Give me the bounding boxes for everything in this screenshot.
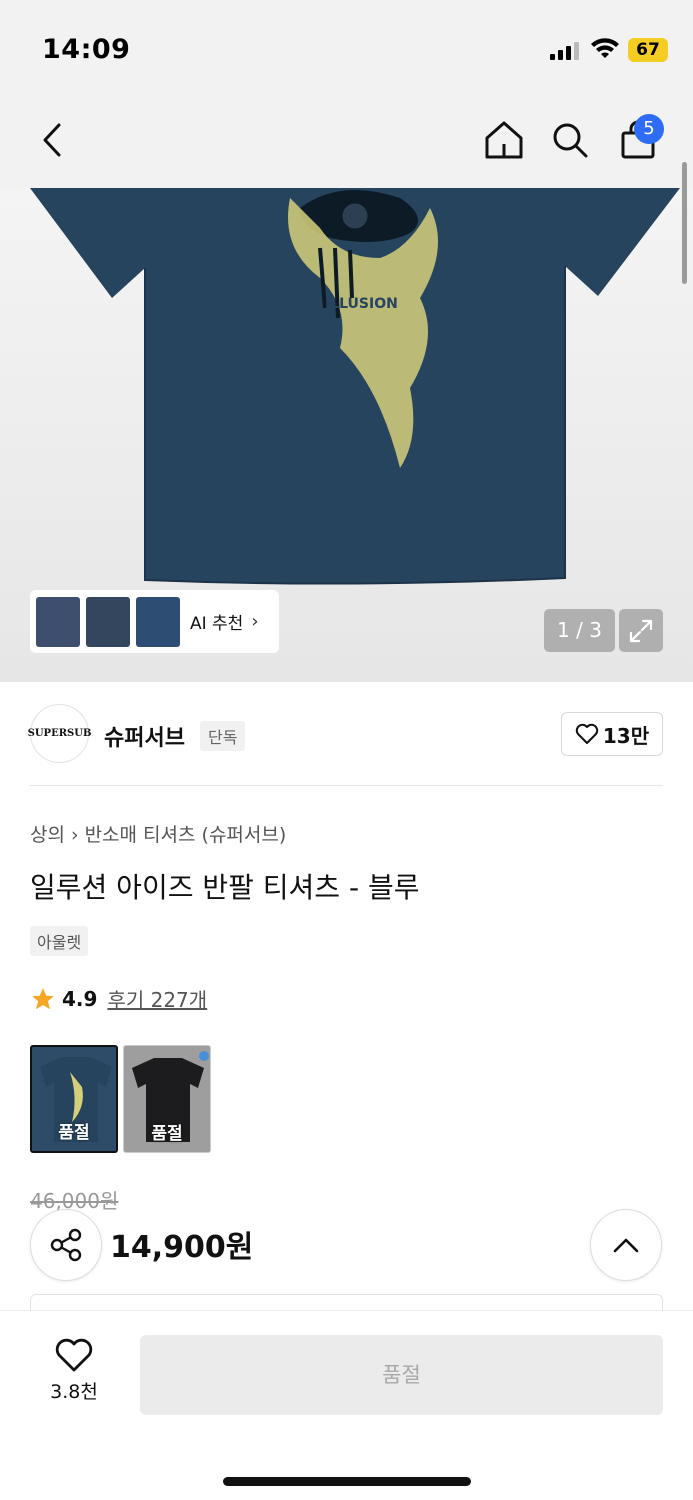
home-icon: [485, 121, 523, 159]
home-indicator: [223, 1477, 471, 1486]
ai-thumbnail: [36, 596, 80, 647]
share-icon: [50, 1228, 82, 1262]
share-button[interactable]: [30, 1209, 102, 1281]
product-title: 일루션 아이즈 반팔 티셔츠 - 블루: [30, 871, 420, 904]
ai-recommend-button[interactable]: AI 추천 ›: [30, 590, 279, 653]
svg-text:ILLUSION: ILLUSION: [325, 296, 398, 312]
status-bar: 14:09 67: [0, 0, 693, 100]
chevron-right-icon: ›: [70, 824, 79, 846]
heart-icon: [55, 1338, 93, 1372]
expand-button[interactable]: [619, 609, 663, 652]
cart-count-badge: 5: [634, 114, 664, 144]
back-icon: [43, 123, 61, 157]
brand-row: SUPERSUB 슈퍼서브 단독 13만: [28, 704, 663, 764]
chevron-up-icon: [613, 1238, 639, 1253]
scrollbar[interactable]: [682, 162, 687, 284]
signal-icon: [550, 42, 579, 60]
soldout-label: 품절: [151, 1124, 183, 1144]
back-button[interactable]: [26, 114, 78, 166]
outlet-tag: 아울렛: [30, 926, 89, 956]
swatch-black[interactable]: 품절: [123, 1045, 211, 1153]
wishlist-count: 3.8천: [50, 1381, 98, 1403]
bottom-bar: 3.8천 품절: [0, 1310, 693, 1500]
ai-thumbnail: [136, 596, 180, 647]
rating-row: 4.9 후기 227개: [30, 984, 207, 1013]
breadcrumb-item[interactable]: 상의: [30, 824, 65, 846]
expand-icon: [629, 619, 653, 642]
soldout-button[interactable]: 품절: [140, 1335, 663, 1415]
status-time: 14:09: [42, 34, 131, 65]
color-swatches: 품절 품절: [30, 1045, 211, 1153]
brand-like-count: 13만: [602, 723, 650, 748]
home-button[interactable]: [478, 114, 530, 166]
divider: [30, 785, 663, 786]
image-page-indicator: 1 / 3: [544, 609, 615, 652]
sale-price: 14,900원: [110, 1230, 254, 1265]
breadcrumb-item[interactable]: 반소매 티셔츠 (슈퍼서브): [85, 824, 287, 846]
brand-like-button[interactable]: 13만: [561, 712, 663, 756]
review-link[interactable]: 후기 227개: [107, 984, 207, 1013]
brand-name[interactable]: 슈퍼서브: [104, 720, 185, 752]
top-nav: [0, 100, 693, 188]
ai-thumbnail: [86, 596, 130, 647]
brand-logo[interactable]: SUPERSUB: [28, 704, 91, 763]
heart-icon: [575, 723, 599, 744]
breadcrumb: 상의 › 반소매 티셔츠 (슈퍼서브): [30, 820, 292, 847]
chevron-right-icon: ›: [251, 611, 259, 632]
wishlist-button[interactable]: 3.8천: [30, 1337, 118, 1417]
battery-icon: 67: [628, 38, 668, 62]
scroll-top-button[interactable]: [590, 1209, 662, 1281]
soldout-label: 품절: [58, 1123, 90, 1143]
star-icon: [32, 987, 54, 1009]
wifi-icon: [591, 38, 619, 58]
exclusive-tag: 단독: [200, 721, 246, 751]
swatch-blue[interactable]: 품절: [30, 1045, 118, 1153]
ai-recommend-label: AI 추천: [190, 614, 244, 634]
search-icon: [553, 123, 588, 158]
rating-score: 4.9: [62, 986, 98, 1011]
search-button[interactable]: [544, 114, 596, 166]
